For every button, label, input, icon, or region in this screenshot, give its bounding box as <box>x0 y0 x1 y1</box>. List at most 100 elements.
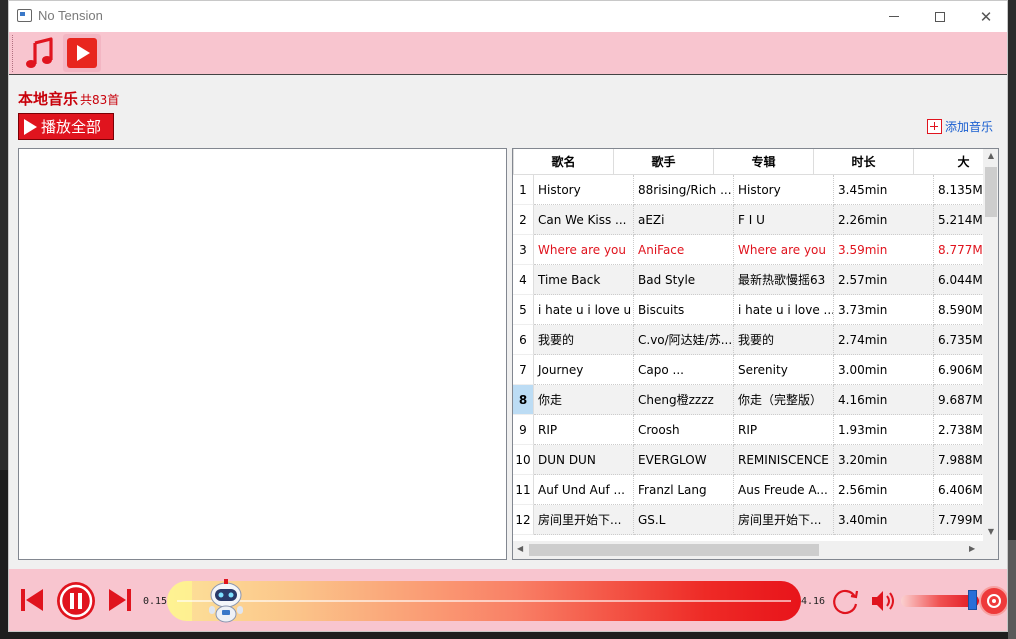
table-row[interactable]: 11 Auf Und Auf ... Franzl Lang Aus Freude A… <box>513 475 983 505</box>
cell-duration[interactable]: 2.74min <box>834 325 934 355</box>
cell-title[interactable]: Where are you <box>534 235 634 265</box>
cell-size[interactable]: 8.777M <box>934 235 983 265</box>
cell-artist[interactable]: Cheng橙zzzz <box>634 385 734 415</box>
cell-album[interactable]: i hate u i love ... <box>734 295 834 325</box>
cell-size[interactable]: 6.406M <box>934 475 983 505</box>
table-row[interactable]: 5i hate u i love u Biscuits i hate u i lov… <box>513 295 983 325</box>
cell-title[interactable]: Time Back <box>534 265 634 295</box>
cell-album[interactable]: Serenity <box>734 355 834 385</box>
cell-artist[interactable]: 88rising/Rich ... <box>634 175 734 205</box>
vertical-scrollbar[interactable]: ▲ ▼ <box>983 149 998 541</box>
table-row[interactable]: 6 我要的 C.vo/阿达娃/苏... 我要的 2.74min 6.735M <box>513 325 983 355</box>
scroll-right-icon[interactable]: ▶ <box>969 544 975 553</box>
toolbar-grip[interactable] <box>12 35 15 72</box>
vertical-scroll-thumb[interactable] <box>985 167 997 217</box>
cell-title[interactable]: 你走 <box>534 385 634 415</box>
column-header-album[interactable]: 专辑 <box>714 149 814 175</box>
row-number[interactable]: 4 <box>513 265 534 295</box>
column-header-artist[interactable]: 歌手 <box>614 149 714 175</box>
table-row[interactable]: 2 Can We Kiss ... aEZi F I U 2.26min 5.214M <box>513 205 983 235</box>
cell-size[interactable]: 2.738M <box>934 415 983 445</box>
cell-artist[interactable]: EVERGLOW <box>634 445 734 475</box>
minimize-button[interactable] <box>871 1 917 32</box>
cell-duration[interactable]: 3.20min <box>834 445 934 475</box>
cell-title[interactable]: 我要的 <box>534 325 634 355</box>
cell-duration[interactable]: 3.73min <box>834 295 934 325</box>
progress-bar[interactable] <box>167 581 801 621</box>
cell-title[interactable]: i hate u i love u <box>534 295 634 325</box>
repeat-button[interactable] <box>831 586 861 616</box>
cell-album[interactable]: RIP <box>734 415 834 445</box>
row-number[interactable]: 7 <box>513 355 534 385</box>
cell-duration[interactable]: 1.93min <box>834 415 934 445</box>
cell-artist[interactable]: Biscuits <box>634 295 734 325</box>
cell-album[interactable]: 你走（完整版） <box>734 385 834 415</box>
cell-artist[interactable]: C.vo/阿达娃/苏... <box>634 325 734 355</box>
row-number[interactable]: 6 <box>513 325 534 355</box>
table-row[interactable]: 3 Where are you AniFace Where are you 3.59mi… <box>513 235 983 265</box>
cell-artist[interactable]: aEZi <box>634 205 734 235</box>
cell-size[interactable]: 6.044M <box>934 265 983 295</box>
cell-duration[interactable]: 3.59min <box>834 235 934 265</box>
cell-artist[interactable]: Franzl Lang <box>634 475 734 505</box>
row-number[interactable]: 1 <box>513 175 534 205</box>
cell-artist[interactable]: Capo ... <box>634 355 734 385</box>
cell-size[interactable]: 6.735M <box>934 325 983 355</box>
cell-album[interactable]: 房间里开始下... <box>734 505 834 535</box>
maximize-button[interactable] <box>917 1 963 32</box>
cell-duration[interactable]: 2.57min <box>834 265 934 295</box>
horizontal-scroll-thumb[interactable] <box>529 544 819 556</box>
horizontal-scrollbar[interactable]: ◀ ▶ <box>513 541 983 559</box>
cell-title[interactable]: Auf Und Auf ... <box>534 475 634 505</box>
cell-title[interactable]: Journey <box>534 355 634 385</box>
row-number[interactable]: 3 <box>513 235 534 265</box>
cell-duration[interactable]: 3.40min <box>834 505 934 535</box>
video-button[interactable] <box>63 34 101 72</box>
cell-album[interactable]: Where are you <box>734 235 834 265</box>
cell-title[interactable]: DUN DUN <box>534 445 634 475</box>
volume-slider-handle[interactable] <box>968 590 977 610</box>
cell-album[interactable]: 我要的 <box>734 325 834 355</box>
table-row[interactable]: 10 DUN DUN EVERGLOW REMINISCENCE 3.20min 7.98… <box>513 445 983 475</box>
cell-size[interactable]: 6.906M <box>934 355 983 385</box>
cell-size[interactable]: 9.687M <box>934 385 983 415</box>
cell-size[interactable]: 7.799M <box>934 505 983 535</box>
cell-album[interactable]: REMINISCENCE <box>734 445 834 475</box>
cell-title[interactable]: Can We Kiss ... <box>534 205 634 235</box>
table-row[interactable]: 4 Time Back Bad Style 最新热歌慢摇63 2.57min 6.044M <box>513 265 983 295</box>
song-table[interactable]: 歌名 歌手 专辑 时长 大 1 History 88rising/Rich ... H… <box>512 148 999 560</box>
row-number[interactable]: 5 <box>513 295 534 325</box>
cell-album[interactable]: History <box>734 175 834 205</box>
cell-artist[interactable]: AniFace <box>634 235 734 265</box>
cell-artist[interactable]: GS.L <box>634 505 734 535</box>
table-row[interactable]: 9 RIP Croosh RIP 1.93min 2.738M <box>513 415 983 445</box>
cell-duration[interactable]: 3.45min <box>834 175 934 205</box>
volume-knob[interactable] <box>979 586 1007 616</box>
cell-duration[interactable]: 3.00min <box>834 355 934 385</box>
volume-button[interactable] <box>869 587 897 615</box>
cell-title[interactable]: History <box>534 175 634 205</box>
scroll-up-icon[interactable]: ▲ <box>987 151 995 160</box>
row-number[interactable]: 8 <box>513 385 534 415</box>
pause-button[interactable] <box>57 582 95 620</box>
cell-title[interactable]: 房间里开始下... <box>534 505 634 535</box>
play-all-button[interactable]: 播放全部 <box>18 113 114 140</box>
table-row[interactable]: 7 Journey Capo ... Serenity 3.00min 6.906M <box>513 355 983 385</box>
cell-album[interactable]: Aus Freude A... <box>734 475 834 505</box>
row-number[interactable]: 12 <box>513 505 534 535</box>
row-number[interactable]: 9 <box>513 415 534 445</box>
add-music-button[interactable]: 添加音乐 <box>927 118 993 135</box>
cell-album[interactable]: F I U <box>734 205 834 235</box>
previous-button[interactable] <box>19 587 45 613</box>
robot-mascot-icon[interactable] <box>201 575 251 625</box>
column-header-title[interactable]: 歌名 <box>514 149 614 175</box>
music-library-button[interactable] <box>21 34 59 72</box>
cell-album[interactable]: 最新热歌慢摇63 <box>734 265 834 295</box>
column-header-duration[interactable]: 时长 <box>814 149 914 175</box>
cell-duration[interactable]: 2.56min <box>834 475 934 505</box>
row-number[interactable]: 10 <box>513 445 534 475</box>
cell-duration[interactable]: 4.16min <box>834 385 934 415</box>
row-number[interactable]: 2 <box>513 205 534 235</box>
cell-artist[interactable]: Croosh <box>634 415 734 445</box>
scroll-down-icon[interactable]: ▼ <box>987 527 995 536</box>
